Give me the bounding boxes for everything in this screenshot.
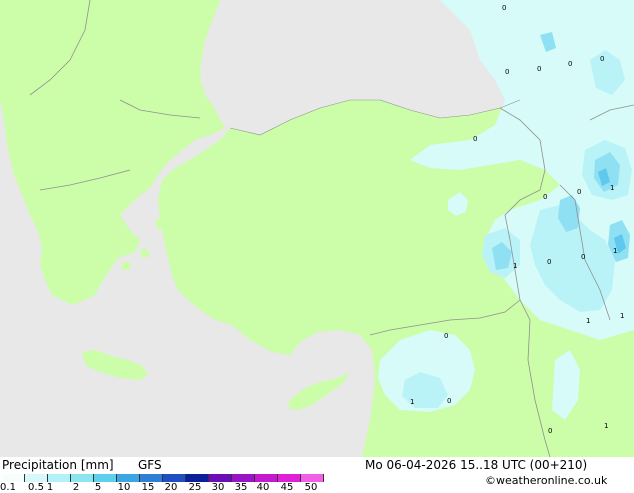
point-value: 0	[577, 188, 581, 196]
point-value: 0	[568, 60, 572, 68]
point-value: 0	[537, 65, 541, 73]
legend-tick-label: 5	[94, 482, 102, 493]
legend-swatch	[255, 474, 278, 482]
point-value: 0	[505, 68, 509, 76]
point-value: 0	[473, 135, 477, 143]
credit-link[interactable]: ©weatheronline.co.uk	[485, 474, 607, 487]
legend-tick-label: 0.5	[28, 482, 44, 493]
point-value: 0	[600, 55, 604, 63]
legend-tick-label: 0.1	[0, 482, 16, 493]
legend-tick-label: 2	[72, 482, 80, 493]
aegean-island	[122, 262, 130, 270]
point-value: 1	[610, 184, 614, 192]
point-value: 0	[502, 4, 506, 12]
legend-swatch	[48, 474, 71, 482]
point-value: 0	[447, 397, 451, 405]
point-value: 0	[444, 332, 448, 340]
legend-swatch	[209, 474, 232, 482]
legend-swatch	[186, 474, 209, 482]
legend-swatch	[140, 474, 163, 482]
legend-tick-label: 30	[211, 482, 225, 493]
legend-tick-label: 20	[164, 482, 178, 493]
precipitation-map: 0 0 0 0 0 0 1 0 0 1 0 0 1 1 0 1 0 1 1 0	[0, 0, 634, 458]
legend-swatch	[232, 474, 255, 482]
legend-tick-label: 10	[117, 482, 131, 493]
product-title: Precipitation [mm]	[2, 458, 114, 472]
legend-tick-label: 35	[234, 482, 248, 493]
legend-swatch	[71, 474, 94, 482]
legend-swatch	[94, 474, 117, 482]
legend-swatch	[163, 474, 186, 482]
point-value: 1	[513, 262, 517, 270]
legend-swatch	[117, 474, 140, 482]
legend-tick-label: 15	[141, 482, 155, 493]
point-value: 1	[613, 247, 617, 255]
point-value: 0	[543, 193, 547, 201]
legend-tick-label: 45	[280, 482, 294, 493]
point-value: 1	[410, 398, 414, 406]
legend-tick-label: 25	[188, 482, 202, 493]
map-canvas: 0 0 0 0 0 0 1 0 0 1 0 0 1 1 0 1 0 1 1 0	[0, 0, 634, 458]
model-name: GFS	[138, 458, 162, 472]
point-value: 1	[586, 317, 590, 325]
legend-swatch	[278, 474, 301, 482]
point-value: 1	[604, 422, 608, 430]
legend-swatch	[301, 474, 324, 482]
precipitation-legend	[2, 474, 328, 482]
point-value: 0	[547, 258, 551, 266]
legend-swatch	[2, 474, 25, 482]
point-value: 1	[620, 312, 624, 320]
point-value: 0	[548, 427, 552, 435]
legend-tick-label: 40	[256, 482, 270, 493]
legend-tick-label: 50	[304, 482, 318, 493]
valid-datetime: Mo 06-04-2026 15..18 UTC (00+210)	[365, 458, 588, 472]
legend-tick-label: 1	[46, 482, 54, 493]
point-value: 0	[581, 253, 585, 261]
legend-swatch	[25, 474, 48, 482]
